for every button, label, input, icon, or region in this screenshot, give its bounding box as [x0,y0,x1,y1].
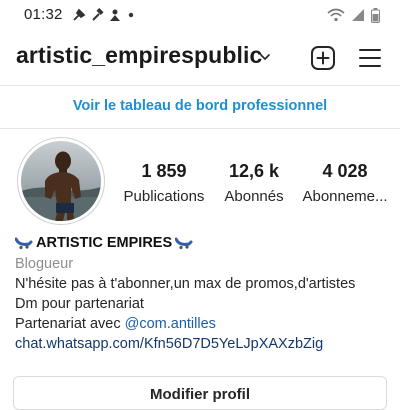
stat-posts-label: Publications [123,188,205,205]
stat-followers-value: 12,6 k [228,161,280,181]
stat-following-label: Abonneme... [302,188,388,205]
stat-posts[interactable]: 1 859 Publications [118,161,210,205]
menu-icon[interactable] [358,46,382,70]
status-bar: 01:32 [0,0,400,30]
create-post-icon[interactable] [310,45,336,71]
status-system-icons [327,6,380,24]
cell-signal-icon [352,9,364,21]
edit-profile-button[interactable]: Modifier profil [13,376,387,410]
dot-icon [128,12,134,18]
avatar-photo [21,141,101,221]
status-time: 01:32 [24,6,63,23]
chevron-down-icon[interactable] [257,49,273,65]
skateboard-emoji-icon [15,237,33,250]
professional-dashboard-link[interactable]: Voir le tableau de bord professionnel [0,98,400,114]
stat-following-value: 4 028 [322,161,368,181]
skateboard-emoji-icon [175,237,193,250]
stat-following[interactable]: 4 028 Abonneme... [298,161,392,205]
dashboard-divider [0,128,400,129]
stat-followers[interactable]: 12,6 k Abonnés [214,161,294,205]
profile-username[interactable]: artistic_empirespublic [16,42,262,69]
display-name: ARTISTIC EMPIRES [15,235,193,251]
bio-line-1: N'hésite pas à t'abonner,un max de promo… [15,276,356,292]
battery-icon [371,7,380,23]
profile-category: Blogueur [15,256,74,272]
display-name-text: ARTISTIC EMPIRES [36,235,173,251]
bio-line-3-text: Partenariat avec [15,316,125,332]
bio-line-3: Partenariat avec @com.antilles [15,316,216,332]
stat-followers-label: Abonnés [224,188,284,205]
stat-posts-value: 1 859 [141,161,187,181]
profile-website-link[interactable]: chat.whatsapp.com/Kfn56D7D5YeLJpXAXzbZig [15,336,323,352]
hammer-icon [92,8,104,21]
avatar[interactable] [21,141,101,221]
person-icon [110,9,120,21]
bio-mention-link[interactable]: @com.antilles [125,316,216,332]
signal-tool-icon [73,8,86,21]
header-divider [0,85,400,86]
status-notification-icons [72,5,136,25]
bio-line-2: Dm pour partenariat [15,296,144,312]
wifi-icon [327,8,345,22]
